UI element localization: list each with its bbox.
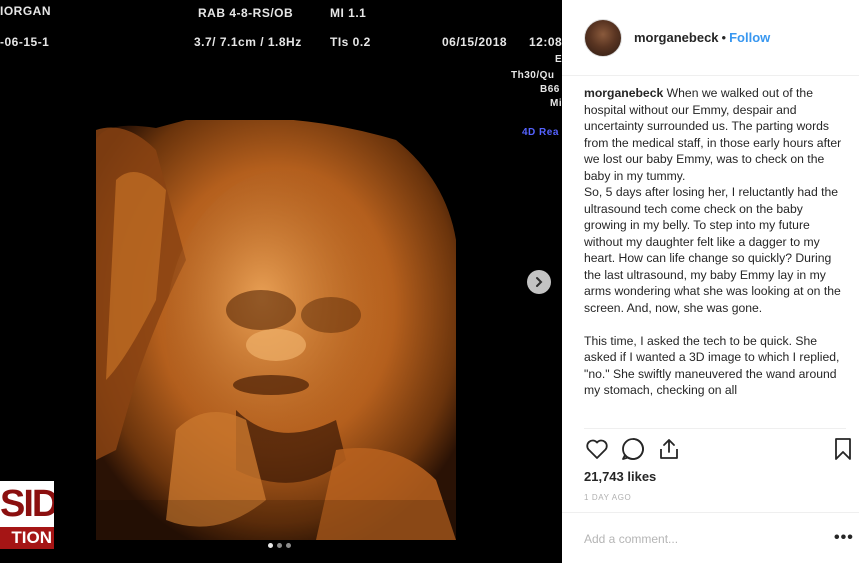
ultrasound-3d-image: [96, 120, 456, 540]
post-header: morganebeck • Follow: [562, 0, 859, 76]
carousel-indicator: [268, 543, 291, 548]
post-caption: morganebeck When we walked out of the ho…: [584, 85, 846, 425]
caption-text-1: When we walked out of the hospital witho…: [584, 86, 842, 183]
post-sidebar: morganebeck • Follow morganebeck When we…: [562, 0, 859, 563]
ultrasound-mi: MI 1.1: [330, 6, 367, 20]
ultrasound-side-e: E: [555, 54, 562, 65]
watermark-top: SIDE: [0, 481, 54, 527]
ultrasound-freq: 3.7/ 7.1cm / 1.8Hz: [194, 35, 302, 49]
ultrasound-mode: 4D Rea: [522, 127, 559, 138]
comment-bar: Add a comment... •••: [562, 512, 859, 563]
ultrasound-time: 12:08: [529, 35, 562, 49]
ultrasound-side-th: Th30/Qu: [511, 70, 555, 81]
action-bar: [584, 436, 851, 464]
header-separator: •: [721, 30, 727, 45]
caption-text-3: This time, I asked the tech to be quick.…: [584, 333, 840, 398]
header-username[interactable]: morganebeck: [634, 30, 719, 45]
post-media[interactable]: IORGAN RAB 4-8-RS/OB MI 1.1 -06-15-1 3.7…: [0, 0, 562, 563]
ultrasound-tis: TIs 0.2: [330, 35, 371, 49]
caption-gap: [584, 316, 846, 333]
follow-button[interactable]: Follow: [729, 30, 770, 45]
carousel-dot: [286, 543, 291, 548]
caption-text-2: So, 5 days after losing her, I reluctant…: [584, 185, 841, 315]
ultrasound-side-b: B66: [540, 84, 560, 95]
comment-icon[interactable]: [620, 436, 646, 462]
watermark-bottom: TION: [0, 527, 54, 549]
ultrasound-id: -06-15-1: [0, 35, 50, 49]
share-icon[interactable]: [656, 436, 682, 462]
ultrasound-side-mi: Mi: [550, 98, 562, 109]
more-options-icon[interactable]: •••: [834, 529, 854, 547]
avatar[interactable]: [584, 18, 622, 57]
comment-input[interactable]: Add a comment...: [584, 532, 678, 546]
watermark-logo: SIDE TION: [0, 481, 54, 549]
caption-paragraph: morganebeck When we walked out of the ho…: [584, 85, 846, 184]
caption-username[interactable]: morganebeck: [584, 86, 663, 100]
ultrasound-probe: RAB 4-8-RS/OB: [198, 6, 294, 20]
like-count[interactable]: 21,743 likes: [584, 469, 656, 484]
heart-icon[interactable]: [584, 436, 610, 462]
chevron-right-icon: [536, 277, 543, 287]
post-timestamp[interactable]: 1 DAY AGO: [584, 493, 631, 502]
ultrasound-patient: IORGAN: [0, 4, 51, 18]
bookmark-icon[interactable]: [832, 436, 854, 462]
next-image-button[interactable]: [527, 270, 551, 294]
carousel-dot: [277, 543, 282, 548]
carousel-dot: [268, 543, 273, 548]
ultrasound-date: 06/15/2018: [442, 35, 508, 49]
actions-divider: [584, 428, 846, 429]
